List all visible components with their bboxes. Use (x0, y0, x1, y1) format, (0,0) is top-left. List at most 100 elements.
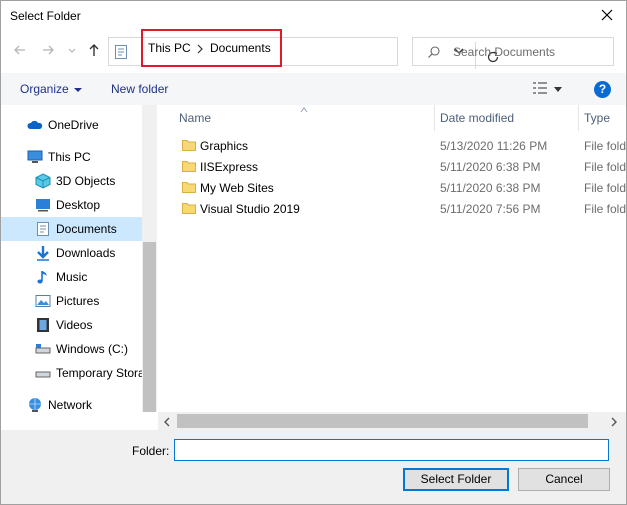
select-folder-button[interactable]: Select Folder (403, 468, 509, 491)
organize-menu[interactable]: Organize (20, 82, 82, 96)
select-folder-dialog: Select Folder Search Documents This PC D… (0, 0, 627, 505)
navigation-pane: OneDrive This PC 3D Objects Desktop Docu… (1, 105, 157, 412)
nav-item-3d-objects[interactable]: 3D Objects (1, 169, 142, 193)
nav-item-label: This PC (48, 150, 91, 164)
folder-icon (182, 139, 196, 154)
nav-item-label: Music (56, 270, 88, 284)
table-row[interactable]: IISExpress 5/11/2020 6:38 PM File fold (172, 157, 626, 178)
nav-item-this-pc[interactable]: This PC (1, 145, 142, 169)
3d-objects-icon (35, 173, 51, 189)
table-row[interactable]: Visual Studio 2019 5/11/2020 7:56 PM Fil… (172, 199, 626, 220)
nav-item-network[interactable]: Network (1, 393, 142, 417)
drive-icon (35, 341, 51, 357)
column-header-type[interactable]: Type (579, 105, 626, 131)
documents-icon (114, 44, 128, 63)
folder-icon (182, 181, 196, 196)
column-type-label: Type (584, 111, 611, 125)
nav-item-label: Windows (C:) (56, 342, 129, 356)
file-name: Visual Studio 2019 (200, 202, 300, 216)
downloads-icon (35, 245, 51, 261)
file-date: 5/11/2020 7:56 PM (440, 202, 541, 216)
nav-item-label: Network (48, 398, 93, 412)
folder-icon (182, 160, 196, 175)
nav-item-label: OneDrive (48, 118, 99, 132)
details-view-icon (532, 81, 548, 98)
chevron-down-icon (73, 87, 82, 92)
documents-icon (35, 221, 51, 237)
recent-dropdown-icon[interactable] (63, 41, 81, 59)
nav-item-label: Desktop (56, 198, 101, 212)
up-arrow-icon[interactable] (85, 41, 103, 59)
nav-item-pictures[interactable]: Pictures (1, 289, 142, 313)
forward-arrow-icon[interactable] (39, 41, 57, 59)
file-type: File fold (584, 181, 626, 195)
onedrive-icon (27, 117, 43, 133)
chevron-down-icon (554, 82, 562, 96)
column-header-date[interactable]: Date modified (435, 105, 578, 131)
file-name: Graphics (200, 139, 249, 153)
cancel-button[interactable]: Cancel (518, 468, 610, 491)
file-date: 5/11/2020 6:38 PM (440, 160, 541, 174)
window-title: Select Folder (10, 9, 81, 23)
view-options-button[interactable] (532, 81, 572, 97)
address-row: Search Documents (1, 33, 626, 69)
horizontal-scrollbar-thumb[interactable] (177, 414, 588, 428)
column-date-label: Date modified (440, 111, 515, 125)
search-box[interactable]: Search Documents (412, 37, 614, 66)
nav-item-onedrive[interactable]: OneDrive (1, 113, 142, 137)
table-row[interactable]: Graphics 5/13/2020 11:26 PM File fold (172, 136, 626, 157)
search-icon (427, 45, 441, 62)
organize-label: Organize (20, 82, 69, 96)
chevron-right-icon[interactable] (196, 43, 204, 57)
nav-scrollbar-thumb[interactable] (143, 242, 156, 412)
music-icon (35, 269, 51, 285)
new-folder-button[interactable]: New folder (111, 82, 168, 96)
command-bar: Organize New folder ? (1, 73, 626, 105)
desktop-icon (35, 197, 51, 213)
search-placeholder: Search Documents (453, 45, 556, 59)
nav-item-music[interactable]: Music (1, 265, 142, 289)
nav-item-videos[interactable]: Videos (1, 313, 142, 337)
nav-item-label: Temporary Stora (56, 366, 142, 380)
file-date: 5/11/2020 6:38 PM (440, 181, 541, 195)
nav-item-windows-c[interactable]: Windows (C:) (1, 337, 142, 361)
dialog-footer: Folder: Select Folder Cancel (1, 430, 626, 504)
nav-item-downloads[interactable]: Downloads (1, 241, 142, 265)
nav-scrollbar[interactable] (142, 105, 157, 412)
nav-item-label: 3D Objects (56, 174, 116, 188)
file-type: File fold (584, 160, 626, 174)
drive-icon (35, 365, 51, 381)
videos-icon (35, 317, 51, 333)
nav-item-desktop[interactable]: Desktop (1, 193, 142, 217)
file-name: IISExpress (200, 160, 259, 174)
folder-field[interactable] (174, 439, 609, 461)
breadcrumb-documents[interactable]: Documents (210, 41, 271, 55)
file-name: My Web Sites (200, 181, 274, 195)
file-date: 5/13/2020 11:26 PM (440, 139, 548, 153)
nav-item-label: Pictures (56, 294, 100, 308)
network-icon (27, 397, 43, 413)
breadcrumb[interactable]: This PC Documents (141, 29, 282, 67)
scroll-left-icon[interactable] (163, 416, 171, 430)
nav-item-temporary-storage[interactable]: Temporary Stora (1, 361, 142, 385)
breadcrumb-this-pc[interactable]: This PC (148, 41, 191, 55)
file-type: File fold (584, 202, 626, 216)
nav-item-label: Downloads (56, 246, 116, 260)
nav-item-documents[interactable]: Documents (1, 217, 142, 241)
file-type: File fold (584, 139, 626, 153)
back-arrow-icon[interactable] (11, 41, 29, 59)
nav-item-label: Videos (56, 318, 93, 332)
close-icon[interactable] (597, 5, 617, 25)
nav-item-label: Documents (56, 222, 117, 236)
pictures-icon (35, 293, 51, 309)
file-list: Name Date modified Type Graphics 5/13/20… (158, 105, 626, 412)
help-icon[interactable]: ? (594, 81, 611, 98)
title-bar: Select Folder (1, 1, 626, 31)
scroll-right-icon[interactable] (610, 416, 618, 430)
folder-label: Folder: (132, 444, 170, 458)
column-header-name[interactable]: Name (158, 105, 434, 131)
this-pc-icon (27, 149, 43, 165)
horizontal-scrollbar[interactable] (158, 412, 626, 430)
table-row[interactable]: My Web Sites 5/11/2020 6:38 PM File fold (172, 178, 626, 199)
folder-icon (182, 202, 196, 217)
